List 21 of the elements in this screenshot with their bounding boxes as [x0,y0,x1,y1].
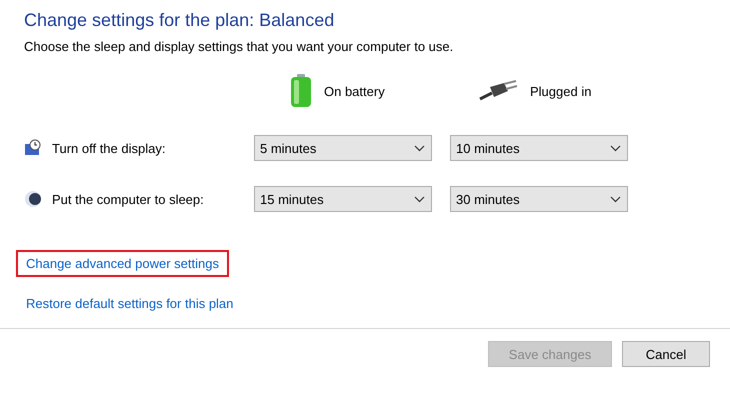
description-text: Choose the sleep and display settings that you want your computer to use. [24,38,454,56]
monitor-clock-icon [24,139,42,157]
setting-label: Put the computer to sleep: [52,192,204,206]
page-title: Change settings for the plan: Balanced [24,9,336,32]
battery-icon [290,74,312,108]
dropdown[interactable]: 15 minutes [254,186,432,212]
dialog-button[interactable]: Cancel [622,341,710,367]
dropdown[interactable]: 5 minutes [254,135,432,161]
dropdown[interactable]: 30 minutes [450,186,628,212]
chevron-down-icon [414,144,425,152]
moon-icon [24,190,42,208]
link[interactable]: Change advanced power settings [16,250,229,277]
chevron-down-icon [414,196,425,202]
power-plug-icon [478,79,518,103]
chevron-down-icon [610,144,621,152]
column-header: On battery [324,84,385,98]
setting-label: Turn off the display: [52,140,166,156]
dropdown[interactable]: 10 minutes [450,135,628,161]
chevron-down-icon [610,196,621,202]
link[interactable]: Restore default settings for this plan [16,290,244,317]
column-header: Plugged in [530,84,592,98]
